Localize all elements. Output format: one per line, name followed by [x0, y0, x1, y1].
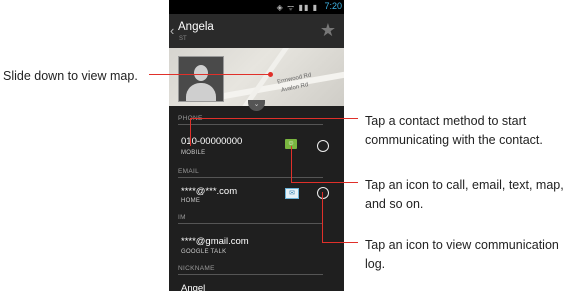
status-time: 7:20	[324, 1, 342, 11]
callout-contact-method: Tap a contact method to start communicat…	[365, 114, 543, 147]
back-icon[interactable]: ‹	[170, 23, 174, 38]
section-header-phone: PHONE	[178, 115, 323, 125]
phone-screen: ◈ ᯤ ▮▮ ▮ 7:20 ‹ Angela ST ★ Ermwood Rd A…	[169, 0, 344, 291]
email-icon[interactable]: ✉	[285, 188, 299, 199]
status-icons: ◈ ᯤ ▮▮ ▮	[276, 3, 318, 12]
im-type: GOOGLE TALK	[181, 249, 227, 255]
callout-line-icon	[291, 146, 292, 182]
nickname-value: Angel	[181, 283, 206, 291]
im-address[interactable]: ****@gmail.com	[181, 236, 249, 247]
avatar-body	[186, 83, 216, 101]
avatar[interactable]	[178, 56, 224, 102]
callout-map: Slide down to view map.	[3, 69, 138, 83]
email-type: HOME	[181, 198, 201, 204]
contact-subtitle: ST	[179, 36, 187, 42]
callout-icon-action: Tap an icon to call, email, text, map, a…	[365, 178, 564, 211]
callout-dot-map	[268, 72, 273, 77]
section-header-email: EMAIL	[178, 168, 323, 178]
call-log-icon[interactable]	[317, 140, 329, 152]
action-bar: ‹ Angela ST ★	[169, 14, 344, 48]
section-header-im: IM	[178, 214, 323, 224]
email-address[interactable]: ****@***.com	[181, 186, 237, 197]
section-header-nickname: NICKNAME	[178, 265, 323, 275]
callout-line-contact	[190, 118, 358, 119]
email-log-icon[interactable]	[317, 187, 329, 199]
callout-line-contact	[190, 118, 191, 146]
callout-line-icon	[291, 182, 358, 183]
contact-name: Angela	[178, 21, 214, 33]
drag-handle-icon[interactable]: ⌄	[248, 100, 265, 111]
callout-line-log	[322, 192, 323, 242]
map-road	[233, 48, 290, 106]
avatar-head	[194, 65, 208, 81]
star-icon[interactable]: ★	[320, 20, 336, 41]
phone-type: MOBILE	[181, 150, 206, 156]
status-bar: ◈ ᯤ ▮▮ ▮ 7:20	[169, 0, 344, 14]
callout-line-log	[322, 242, 358, 243]
callout-line-map	[149, 74, 270, 75]
callout-log: Tap an icon to view communication log.	[365, 238, 559, 271]
